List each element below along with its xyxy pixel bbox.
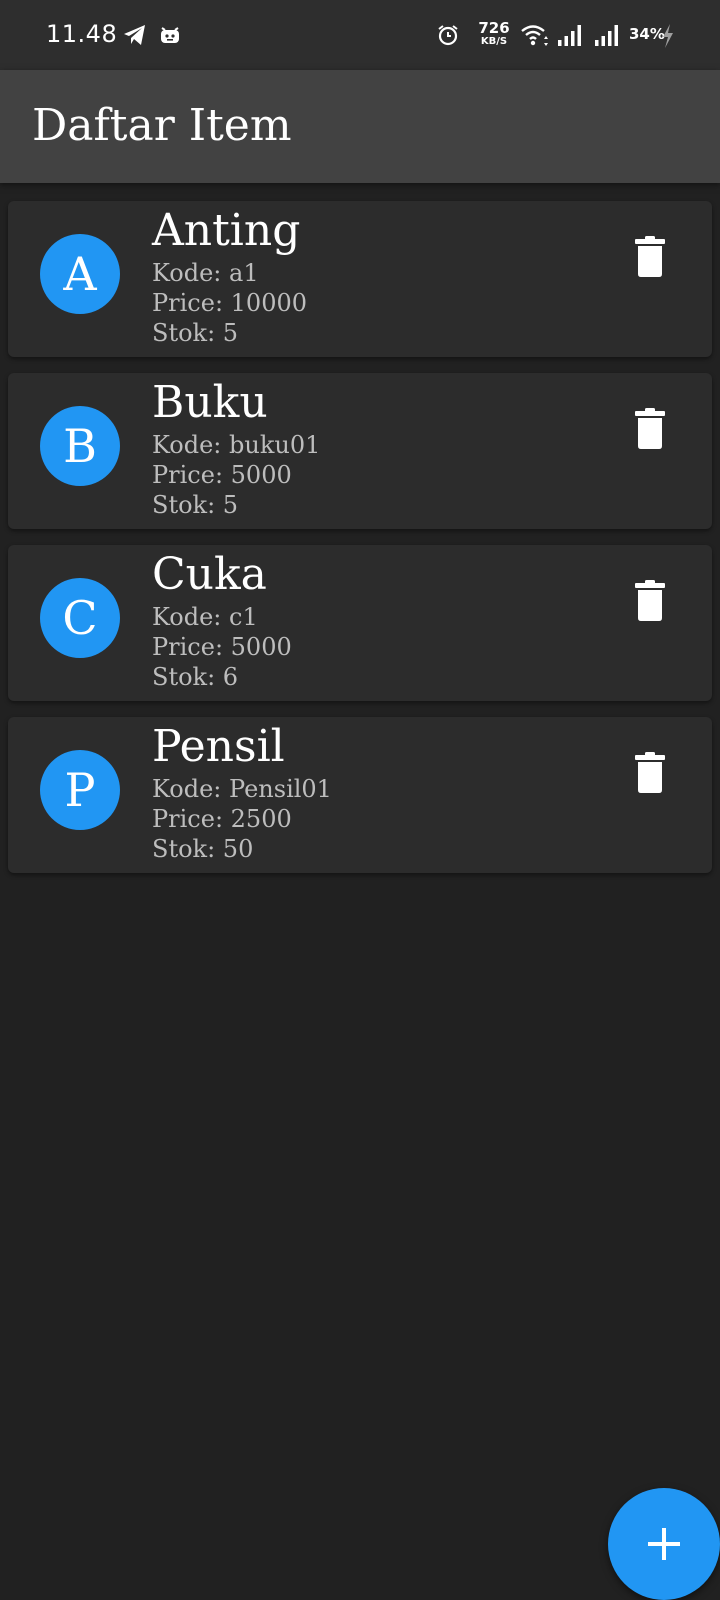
avatar: P <box>40 750 120 830</box>
delete-button[interactable] <box>632 580 668 622</box>
list-item[interactable]: P Pensil Kode: Pensil01 Price: 2500 Stok… <box>8 717 712 873</box>
network-speed-unit: KB/S <box>480 36 508 47</box>
item-name: Cuka <box>152 549 267 600</box>
item-price: Price: 5000 <box>152 633 292 661</box>
signal-icon <box>558 25 581 46</box>
item-stok: Stok: 50 <box>152 835 254 863</box>
item-name: Buku <box>152 377 268 428</box>
notification-app-icon <box>161 27 179 43</box>
item-stok: Stok: 5 <box>152 319 239 347</box>
item-stok: Stok: 5 <box>152 491 239 519</box>
telegram-icon <box>124 25 145 45</box>
item-kode: Kode: buku01 <box>152 431 321 459</box>
network-speed: 726 KB/S <box>478 21 510 47</box>
trash-icon <box>635 580 665 621</box>
alarm-icon <box>438 25 458 46</box>
trash-icon <box>635 408 665 449</box>
avatar: B <box>40 406 120 486</box>
status-time: 11.48 <box>46 20 118 48</box>
plus-icon <box>648 1528 680 1560</box>
item-kode: Kode: c1 <box>152 603 258 631</box>
item-name: Pensil <box>152 721 285 772</box>
item-price: Price: 10000 <box>152 289 308 317</box>
list-item[interactable]: A Anting Kode: a1 Price: 10000 Stok: 5 <box>8 201 712 357</box>
signal-icon <box>595 25 618 46</box>
item-kode: Kode: a1 <box>152 259 259 287</box>
charging-icon <box>663 24 673 48</box>
app-bar: Daftar Item <box>0 70 720 183</box>
delete-button[interactable] <box>632 752 668 794</box>
network-speed-value: 726 <box>478 19 510 37</box>
status-bar: 11.48 726 KB/S 34% <box>0 0 720 70</box>
delete-button[interactable] <box>632 408 668 450</box>
list-item[interactable]: B Buku Kode: buku01 Price: 5000 Stok: 5 <box>8 373 712 529</box>
item-price: Price: 5000 <box>152 461 292 489</box>
trash-icon <box>635 752 665 793</box>
item-kode: Kode: Pensil01 <box>152 775 332 803</box>
delete-button[interactable] <box>632 236 668 278</box>
avatar: C <box>40 578 120 658</box>
trash-icon <box>635 236 665 277</box>
add-item-button[interactable] <box>608 1488 720 1600</box>
avatar: A <box>40 234 120 314</box>
item-name: Anting <box>152 205 301 256</box>
battery-percent: 34% <box>629 25 665 43</box>
item-price: Price: 2500 <box>152 805 292 833</box>
page-title: Daftar Item <box>32 100 292 151</box>
item-stok: Stok: 6 <box>152 663 239 691</box>
list-item[interactable]: C Cuka Kode: c1 Price: 5000 Stok: 6 <box>8 545 712 701</box>
wifi-icon <box>521 25 548 46</box>
